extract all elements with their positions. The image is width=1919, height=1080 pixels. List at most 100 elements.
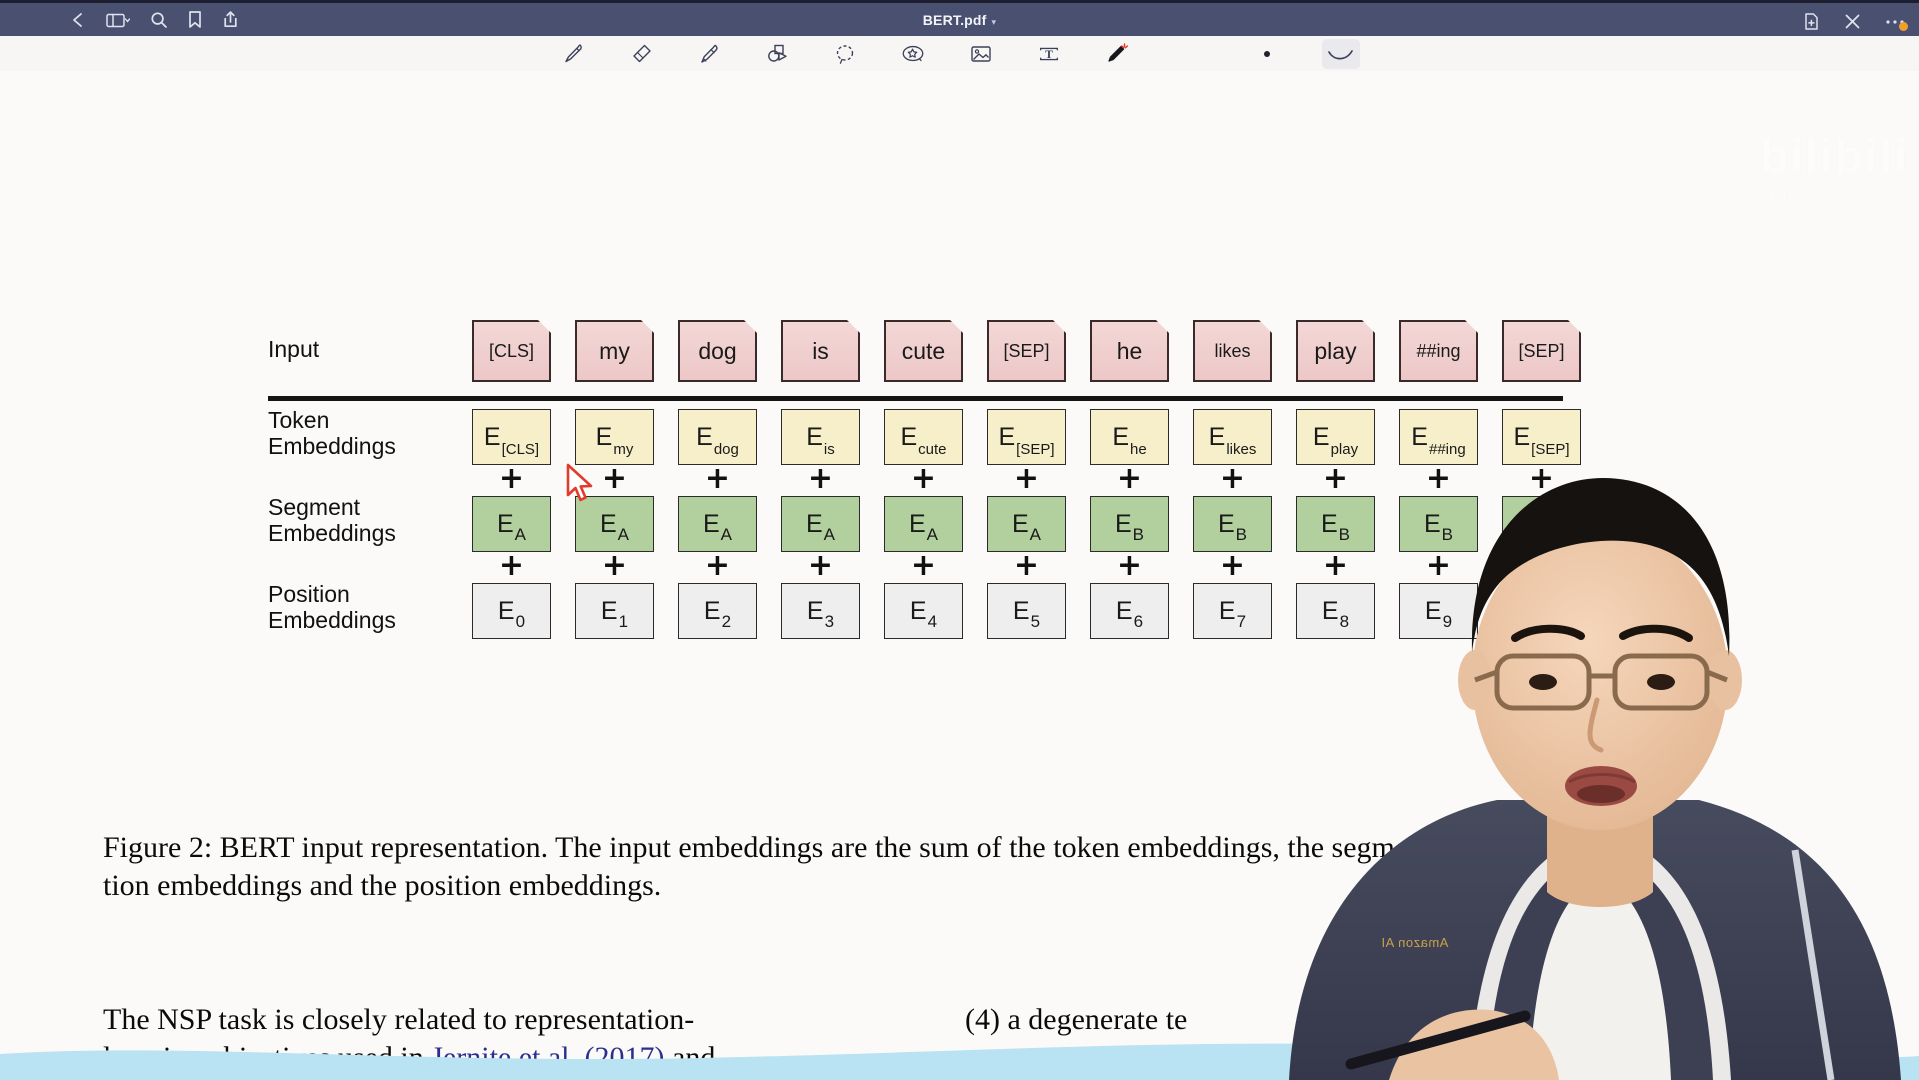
back-icon[interactable]: [70, 11, 86, 29]
token-embedding-cell: Eplay: [1296, 409, 1375, 465]
row-label-segment-line2: Embeddings: [268, 519, 396, 546]
figure-caption-line1: Figure 2: BERT input representation. The…: [103, 831, 1455, 864]
token-embedding-cell: Ecute: [884, 409, 963, 465]
row-label-segment-embeddings: Segment Embeddings: [268, 494, 468, 547]
body-text-span: and: [664, 1041, 716, 1075]
embedding-subscript: 9: [1442, 612, 1453, 631]
text-tool[interactable]: T: [1036, 41, 1062, 67]
position-embeddings-row: E 0 E 1 E 2 E 3 E 4 E 5 E 6 E 7 E 8 E 9 E 10: [472, 583, 1581, 639]
citation-link[interactable]: Jernite et al. (2017): [431, 1041, 664, 1074]
embedding-base: E: [1523, 596, 1540, 625]
embedding-subscript: B: [1235, 525, 1248, 544]
pdf-page[interactable]: bilibili 直播 Input [CLS] my dog is cute [SEP] h…: [0, 71, 1919, 1080]
laser-pointer-tool[interactable]: [1104, 41, 1130, 67]
segment-embedding-cell: EB: [1090, 496, 1169, 552]
embedding-subscript: 3: [824, 612, 835, 631]
body-text-line: learning objectives used in Jernite et a…: [103, 1039, 903, 1077]
input-token-text: [CLS]: [488, 340, 535, 361]
position-embedding-cell: E6: [1090, 583, 1169, 639]
embedding-base: E: [1321, 596, 1339, 625]
body-text-span: (4) a degenerate te: [965, 1003, 1188, 1036]
embedding-subscript: B: [1338, 525, 1351, 544]
embedding-subscript: A: [926, 525, 939, 544]
titlebar-right-controls: [1803, 3, 1908, 39]
embedding-base: E: [1320, 509, 1338, 538]
segment-embedding-cell: EA: [575, 496, 654, 552]
input-token-cell: cute: [884, 320, 963, 382]
input-token-text: likes: [1214, 340, 1251, 361]
title-bar: BERT.pdf ▾: [0, 0, 1919, 36]
position-embedding-cell: E5: [987, 583, 1066, 639]
stroke-size-indicator[interactable]: [1254, 41, 1280, 67]
bilibili-tv-logo-icon: [1799, 940, 1861, 988]
plus-symbol: +: [1219, 548, 1246, 583]
chevron-down-icon[interactable]: ▾: [992, 17, 997, 27]
embedding-subscript: [SEP]: [1531, 441, 1570, 458]
pen-tool[interactable]: [560, 41, 586, 67]
token-embedding-cell: E [SEP]: [1502, 409, 1581, 465]
embedding-subscript: A: [823, 525, 836, 544]
embedding-base: E: [1423, 509, 1441, 538]
embedding-subscript: B: [1132, 525, 1145, 544]
embedding-base: E: [1411, 422, 1428, 451]
token-embedding-cell: Ehe: [1090, 409, 1169, 465]
segment-embedding-cell: EA: [781, 496, 860, 552]
embedding-base: E: [1114, 509, 1132, 538]
plus-symbol: +: [1425, 461, 1452, 496]
body-text-span: The NSP task is closely related to repre…: [103, 1003, 695, 1036]
plus-symbol: +: [1322, 548, 1349, 583]
input-token-text: play: [1314, 337, 1357, 364]
embedding-subscript: likes: [1226, 441, 1257, 458]
more-options-icon[interactable]: [1885, 17, 1908, 31]
search-icon[interactable]: [150, 11, 168, 29]
token-embedding-cell: Emy: [575, 409, 654, 465]
segment-embedding-cell: EB: [1399, 496, 1478, 552]
new-document-icon[interactable]: [1803, 12, 1820, 31]
sidebar-icon[interactable]: [106, 11, 130, 29]
image-tool[interactable]: [968, 41, 994, 67]
embedding-subscript: A: [720, 525, 733, 544]
embedding-subscript: 5: [1030, 612, 1041, 631]
window-title-text: BERT.pdf: [922, 11, 987, 28]
eraser-tool[interactable]: [628, 41, 654, 67]
embedding-subscript: B: [1544, 525, 1557, 544]
row-label-input: Input: [268, 336, 468, 363]
embedding-subscript: is: [823, 441, 835, 458]
position-embedding-cell: E3: [781, 583, 860, 639]
position-embedding-cell: E0: [472, 583, 551, 639]
plus-symbol: +: [601, 548, 628, 583]
highlighter-tool[interactable]: [696, 41, 722, 67]
embedding-base: E: [1526, 509, 1544, 538]
share-icon[interactable]: [222, 10, 239, 29]
input-token-text: is: [812, 337, 829, 364]
plus-symbol: +: [1528, 461, 1555, 496]
embedding-base: E: [1208, 422, 1226, 451]
token-embedding-cell: E ##ing: [1399, 409, 1478, 465]
close-icon[interactable]: [1844, 13, 1861, 30]
embedding-subscript: 4: [927, 612, 938, 631]
input-token-text: cute: [901, 337, 946, 364]
embedding-base: E: [1312, 422, 1330, 451]
embedding-base: E: [483, 422, 501, 451]
input-token-cell: [SEP]: [987, 320, 1066, 382]
embedding-subscript: my: [613, 441, 634, 458]
sticker-tool[interactable]: [900, 41, 926, 67]
body-text-line: or sequence taggi: [965, 1039, 1525, 1077]
embedding-subscript: A: [514, 525, 527, 544]
body-text-span: learning objectives used in: [103, 1041, 432, 1075]
bilibili-watermark: bilibili 直播: [1760, 129, 1909, 208]
shapes-tool[interactable]: [764, 41, 790, 67]
lasso-select-tool[interactable]: [832, 41, 858, 67]
segment-embeddings-row: EAEAEAEAEAEAEBEBEBEBEB: [472, 496, 1581, 552]
segment-embedding-cell: EA: [678, 496, 757, 552]
bilibili-watermark-sub: 直播: [1760, 190, 1803, 207]
token-embedding-cell: Edog: [678, 409, 757, 465]
token-embedding-cell: E [CLS]: [472, 409, 551, 465]
bookmark-icon[interactable]: [188, 10, 202, 29]
position-embedding-cell: E9: [1399, 583, 1478, 639]
stroke-style-swatch[interactable]: [1321, 38, 1360, 69]
window-title[interactable]: BERT.pdf ▾: [0, 12, 1919, 28]
segment-embedding-cell: EA: [987, 496, 1066, 552]
row-label-position-line1: Position: [268, 581, 350, 607]
plus-symbol: +: [498, 461, 525, 496]
